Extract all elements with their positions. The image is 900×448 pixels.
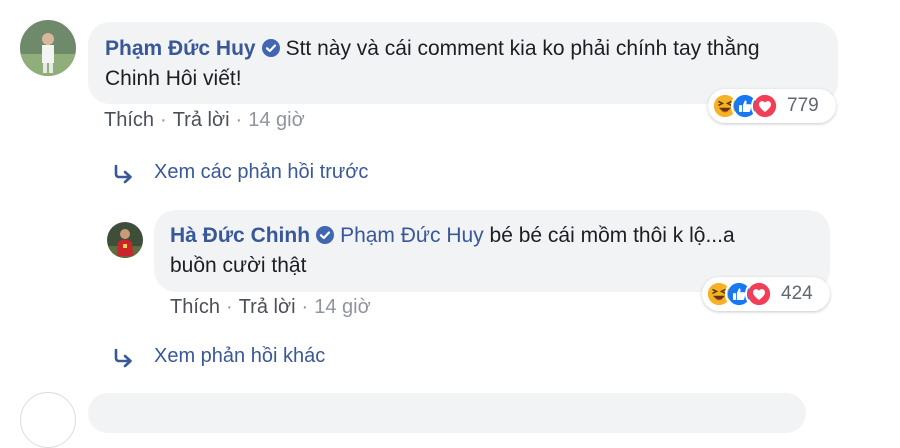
timestamp[interactable]: 14 giờ bbox=[314, 296, 370, 318]
love-icon bbox=[751, 92, 779, 120]
view-more-replies-link[interactable]: Xem phản hồi khác bbox=[154, 345, 325, 368]
avatar[interactable] bbox=[20, 392, 76, 448]
separator: · bbox=[235, 109, 243, 131]
reactions-summary[interactable]: 779 bbox=[708, 89, 836, 123]
comment-text-line1: Stt này và cái comment kia ko phải chính… bbox=[285, 37, 760, 60]
reactions-summary[interactable]: 424 bbox=[702, 277, 830, 311]
comment-bubble bbox=[88, 393, 806, 433]
verified-badge-icon bbox=[261, 39, 280, 57]
reply-text-line1: bé bé cái mồm thôi k lộ...a bbox=[489, 224, 735, 247]
reply-arrow-icon bbox=[112, 164, 136, 184]
avatar[interactable] bbox=[107, 222, 143, 258]
view-previous-replies-link[interactable]: Xem các phản hồi trước bbox=[154, 161, 368, 184]
mention-link[interactable]: Phạm Đức Huy bbox=[340, 224, 484, 247]
comment-author-link[interactable]: Phạm Đức Huy bbox=[105, 37, 256, 60]
reply-text: Hà Đức Chinh Phạm Đức Huy bé bé cái mồm t… bbox=[170, 221, 820, 281]
verified-badge-icon bbox=[316, 226, 335, 244]
like-button[interactable]: Thích bbox=[104, 109, 154, 131]
comment-text: Phạm Đức Huy Stt này và cái comment kia k… bbox=[105, 34, 835, 94]
comment-actions: Thích · Trả lời · 14 giờ bbox=[104, 109, 305, 132]
reply-actions: Thích · Trả lời · 14 giờ bbox=[170, 296, 371, 319]
reply-author-link[interactable]: Hà Đức Chinh bbox=[170, 224, 310, 247]
separator: · bbox=[226, 296, 233, 318]
reply-button[interactable]: Trả lời bbox=[239, 296, 296, 318]
separator: · bbox=[301, 296, 309, 318]
reply-arrow-icon bbox=[112, 348, 136, 368]
reply-button[interactable]: Trả lời bbox=[173, 109, 230, 131]
love-icon bbox=[745, 280, 773, 308]
reaction-count: 779 bbox=[787, 95, 819, 116]
timestamp[interactable]: 14 giờ bbox=[248, 109, 304, 131]
separator: · bbox=[160, 109, 167, 131]
reaction-count: 424 bbox=[781, 283, 813, 304]
avatar[interactable] bbox=[20, 20, 76, 76]
like-button[interactable]: Thích bbox=[170, 296, 220, 318]
